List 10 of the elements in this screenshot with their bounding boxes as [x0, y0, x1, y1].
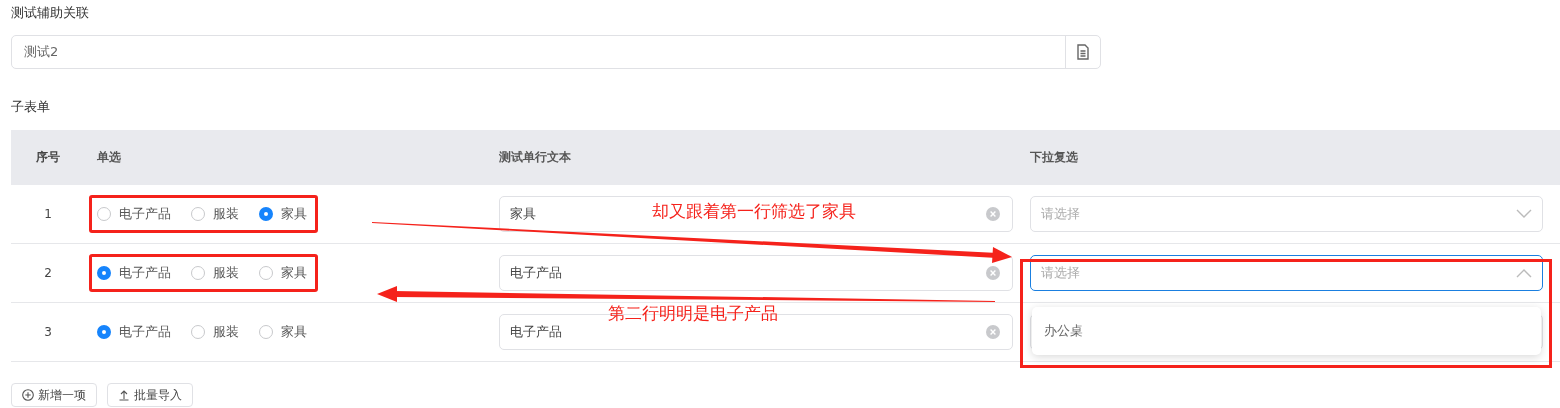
column-header: 单选: [96, 149, 122, 166]
column-header: 下拉复选: [1029, 149, 1079, 166]
row-number: 2: [43, 266, 53, 280]
annotation-text: 却又跟着第一行筛选了家具: [652, 200, 856, 223]
column-header: 序号: [35, 149, 61, 166]
column-header: 测试单行文本: [498, 149, 572, 166]
row-number: 1: [43, 207, 53, 221]
row-number: 3: [43, 325, 53, 339]
subform-title: 子表单: [11, 98, 51, 116]
field-label: 测试辅助关联: [11, 4, 90, 22]
